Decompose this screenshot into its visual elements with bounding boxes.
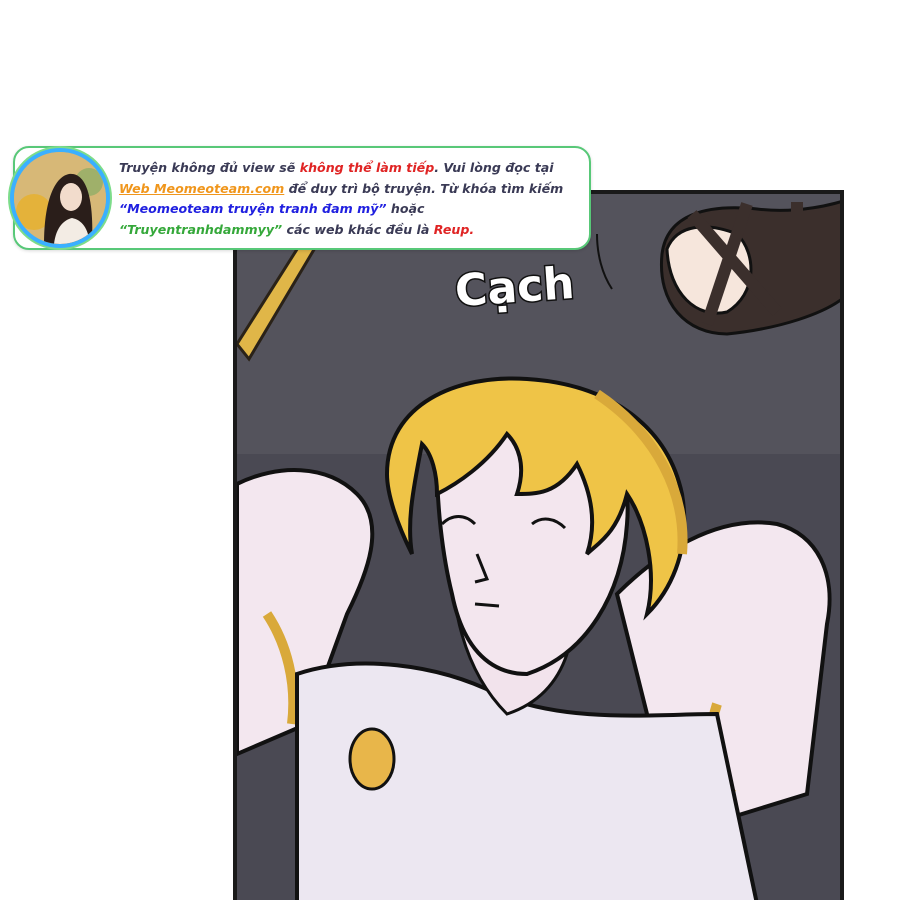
banner-line3-b: hoặc — [386, 201, 425, 216]
search-keyword-2: “Truyentranhdammyy” — [119, 221, 283, 237]
banner-line1-c: . Vui lòng đọc tại — [434, 160, 554, 175]
sound-effect-text: Cạch — [452, 256, 578, 318]
banner-line4-b: các web khác đều là — [282, 221, 434, 237]
website-link[interactable]: Web Meomeoteam.com — [119, 181, 284, 196]
banner-line-4: “Truyentranhdammyy” các web khác đều là … — [119, 220, 589, 241]
banner-line2-b: để duy trì bộ truyện. Từ khóa tìm kiếm — [284, 180, 564, 196]
avatar-image — [14, 152, 106, 244]
banner-notice: Truyện không đủ view sẽ không thể làm ti… — [119, 158, 589, 240]
avatar — [10, 148, 110, 248]
banner-line1-a: Truyện không đủ view sẽ — [119, 160, 300, 175]
banner-highlight-red: không thể làm tiếp — [299, 160, 435, 175]
banner-line-1: Truyện không đủ view sẽ không thể làm ti… — [119, 158, 589, 179]
banner-line-3: “Meomeoteam truyện tranh đam mỹ” hoặc — [119, 199, 589, 220]
banner-line-2: Web Meomeoteam.com để duy trì bộ truyện.… — [119, 179, 589, 200]
search-keyword-1: “Meomeoteam truyện tranh đam mỹ” — [119, 201, 387, 216]
banner-reup-label: Reup. — [433, 221, 475, 237]
